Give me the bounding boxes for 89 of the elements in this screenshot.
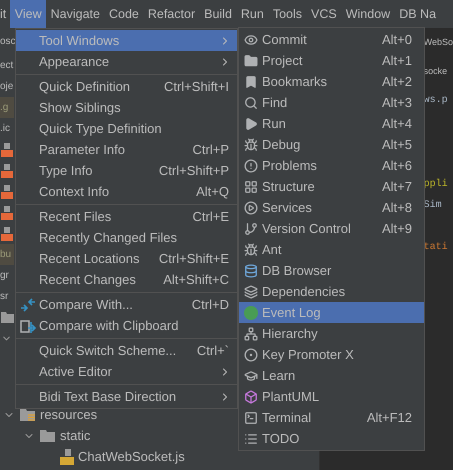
menu-item[interactable]: Quick Switch Scheme... Ctrl+` — [16, 340, 237, 361]
menu-item[interactable]: Terminal Alt+F12 — [239, 407, 424, 428]
folder-icon — [40, 428, 56, 442]
menu-item[interactable]: Structure Alt+7 — [239, 176, 424, 197]
terminal-icon — [244, 410, 258, 424]
menu-item[interactable]: DB Browser — [239, 260, 424, 281]
menu-bar-item[interactable]: Navigate — [46, 0, 104, 28]
menu-item[interactable]: Commit Alt+0 — [239, 29, 424, 50]
editor-tab[interactable]: WebSo — [424, 36, 453, 50]
menu-bar-item[interactable]: DB Na — [394, 0, 441, 28]
tree-item[interactable]: sr — [0, 286, 14, 307]
breadcrumb[interactable]: socke — [424, 65, 448, 79]
menu-item[interactable]: Hierarchy — [239, 323, 424, 344]
menu-item[interactable]: Version Control Alt+9 — [239, 218, 424, 239]
menu-item[interactable]: Run Alt+4 — [239, 113, 424, 134]
menu-item[interactable]: Dependencies — [239, 281, 424, 302]
bug-icon — [244, 138, 258, 152]
code-text: tati — [424, 240, 448, 255]
tree-item[interactable]: .ic — [0, 118, 14, 139]
menu-item[interactable]: Ant — [239, 239, 424, 260]
tree-item[interactable]: oje — [0, 76, 14, 97]
html-file-icon — [1, 184, 13, 198]
play-circle-icon — [244, 200, 258, 214]
menu-item[interactable]: Compare with Clipboard — [16, 315, 237, 336]
clipboard-compare-icon — [20, 318, 36, 332]
menu-item[interactable]: Active Editor — [16, 361, 237, 382]
compare-icon — [20, 298, 36, 312]
html-file-icon — [1, 226, 13, 240]
html-file-icon — [1, 206, 13, 220]
tree-item[interactable]: ect — [0, 55, 14, 76]
branch-icon — [244, 222, 258, 236]
menu-item[interactable]: PlantUML — [239, 386, 424, 407]
tree-item[interactable]: .g — [0, 97, 14, 118]
menu-item[interactable]: Recently Changed Files — [16, 227, 237, 248]
menu-item[interactable]: Compare With... Ctrl+D — [16, 294, 237, 315]
menu-item[interactable]: Bidi Text Base Direction — [16, 386, 237, 407]
menu-bar-item[interactable]: it — [0, 0, 10, 28]
database-icon — [244, 264, 258, 278]
menu-item[interactable]: Learn — [239, 365, 424, 386]
menu-item[interactable]: Recent Files Ctrl+E — [16, 206, 237, 227]
tree-item[interactable]: resources — [40, 404, 98, 424]
menu-item[interactable]: Recent Locations Ctrl+Shift+E — [16, 248, 237, 269]
menu-item[interactable]: Recent Changes Alt+Shift+C — [16, 269, 237, 290]
tree-item[interactable]: ChatWebSocket.js — [78, 446, 185, 466]
menu-bar-item[interactable]: Window — [341, 0, 395, 28]
menu-item[interactable]: Type Info Ctrl+Shift+P — [16, 160, 237, 181]
menu-bar-item[interactable]: Run — [236, 0, 268, 28]
menu-item[interactable]: Debug Alt+5 — [239, 134, 424, 155]
tree-item[interactable]: gr — [0, 265, 14, 286]
tree-item[interactable]: bu — [0, 244, 14, 265]
tree-item[interactable]: static — [60, 426, 90, 446]
menu-bar-item[interactable]: Tools — [268, 0, 307, 28]
menu-item[interactable]: Bookmarks Alt+2 — [239, 71, 424, 92]
menu-bar-item[interactable]: VCS — [306, 0, 342, 28]
menu-item[interactable]: TODO — [239, 428, 424, 449]
menu-bar-item[interactable]: Code — [104, 0, 144, 28]
menu-item[interactable]: Show Siblings — [16, 97, 237, 118]
grid-icon — [244, 180, 258, 194]
alert-icon — [244, 158, 258, 172]
eye-icon — [244, 32, 258, 46]
list-icon — [244, 432, 258, 446]
resource-folder-icon — [20, 408, 36, 422]
hierarchy-icon — [244, 326, 258, 340]
target-icon — [244, 348, 258, 362]
menu-item[interactable]: Find Alt+3 — [239, 92, 424, 113]
menu-item[interactable]: Quick Definition Ctrl+Shift+I — [16, 76, 237, 97]
bug-icon — [244, 242, 258, 256]
box-icon — [244, 390, 258, 404]
graduation-cap-icon — [244, 368, 258, 382]
menu-item[interactable]: Appearance — [16, 51, 237, 72]
menu-item[interactable]: Project Alt+1 — [239, 50, 424, 71]
menu-bar-item[interactable]: Refactor — [143, 0, 200, 28]
html-file-icon — [1, 164, 13, 178]
menu-bar-item[interactable]: Build — [200, 0, 236, 28]
menu-item[interactable]: Services Alt+8 — [239, 197, 424, 218]
menu-item[interactable]: Key Promoter X — [239, 344, 424, 365]
html-file-icon — [1, 142, 13, 156]
menu-item[interactable]: Problems Alt+6 — [239, 155, 424, 176]
layers-icon — [244, 284, 258, 298]
js-file-icon — [60, 448, 74, 464]
toolbar-text: osc — [0, 35, 16, 49]
play-icon — [244, 116, 258, 130]
menu-item[interactable]: Parameter Info Ctrl+P — [16, 139, 237, 160]
folder-icon — [1, 311, 14, 324]
menu-item[interactable]: Context Info Alt+Q — [16, 181, 237, 202]
bookmark-icon — [244, 74, 258, 88]
menu-item[interactable]: Quick Type Definition — [16, 118, 237, 139]
folder-icon — [244, 54, 258, 68]
search-icon — [244, 96, 258, 110]
